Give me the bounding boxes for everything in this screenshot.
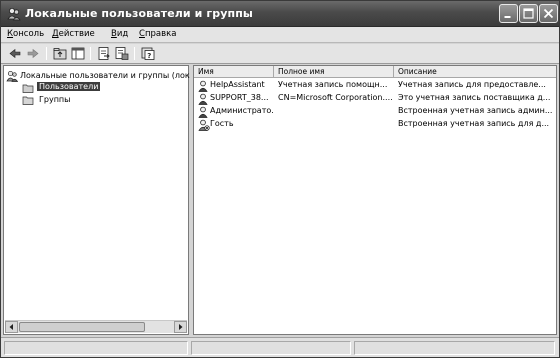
column-header-name[interactable]: Имя: [194, 66, 274, 78]
chevron-left-icon: [9, 324, 13, 330]
up-folder-icon: [53, 48, 67, 60]
users-groups-icon: [6, 70, 18, 82]
cell-full-name: Учетная запись помощн...: [278, 80, 388, 89]
cell-description: Учетная запись для предоставле...: [398, 80, 546, 89]
menu-view[interactable]: Вид: [111, 29, 128, 39]
close-button[interactable]: [539, 4, 558, 23]
export-list-icon: [98, 47, 110, 60]
cell-description: Встроенная учетная запись админ...: [398, 106, 553, 115]
list-row[interactable]: Гость Встроенная учетная запись для д...: [194, 119, 556, 131]
status-bar: [1, 337, 559, 357]
console-tree: Локальные пользователи и группы (лок Пол…: [3, 65, 190, 335]
users-app-icon: [7, 8, 21, 21]
mmc-window: Локальные пользователи и группы Консоль …: [0, 0, 560, 358]
up-level-button[interactable]: [52, 46, 68, 61]
title-bar[interactable]: Локальные пользователи и группы: [1, 1, 559, 27]
svg-text:?: ?: [147, 52, 151, 60]
client-area: Локальные пользователи и группы (лок Пол…: [3, 65, 557, 335]
user-icon: [198, 93, 208, 105]
menu-bar: Консоль Действие Вид Справка: [1, 27, 559, 43]
scroll-left-button[interactable]: [5, 321, 18, 333]
help-icon: ?: [141, 47, 155, 60]
user-disabled-icon: [198, 119, 210, 131]
folder-icon: [22, 84, 34, 93]
toolbar-separator: [90, 47, 91, 60]
list-header: Имя Полное имя Описание: [194, 66, 556, 78]
details-list: Имя Полное имя Описание HelpAssistant Уч…: [193, 65, 557, 335]
cell-description: Это учетная запись поставщика д...: [398, 93, 551, 102]
cell-name: SUPPORT_38...: [210, 93, 269, 102]
show-hide-tree-button[interactable]: [70, 46, 86, 61]
minimize-icon: [504, 16, 511, 18]
cell-full-name: CN=Microsoft Corporation....: [278, 93, 393, 102]
status-panel: [191, 341, 351, 355]
column-header-description[interactable]: Описание: [394, 66, 556, 78]
tree-item-root-label: Локальные пользователи и группы (лок: [20, 71, 190, 80]
back-button[interactable]: [7, 46, 23, 61]
export-list-button[interactable]: [96, 46, 112, 61]
status-panel: [354, 341, 555, 355]
close-icon: [543, 8, 554, 19]
cell-name: Администрато...: [210, 106, 273, 115]
toolbar-separator: [46, 47, 47, 60]
properties-icon: [115, 47, 129, 60]
scroll-thumb[interactable]: [19, 322, 145, 332]
scroll-right-button[interactable]: [174, 321, 187, 333]
toolbar-separator: [134, 47, 135, 60]
properties-button[interactable]: [114, 46, 130, 61]
column-header-full-name[interactable]: Полное имя: [274, 66, 394, 78]
list-row[interactable]: Администрато... Встроенная учетная запис…: [194, 106, 556, 118]
cell-name: Гость: [210, 119, 234, 128]
show-hide-tree-icon: [71, 47, 85, 60]
list-row[interactable]: SUPPORT_38... CN=Microsoft Corporation..…: [194, 93, 556, 105]
menu-console[interactable]: Консоль: [7, 29, 44, 39]
toolbar: ?: [1, 44, 559, 64]
tree-item-users-label: Пользователи: [37, 82, 101, 91]
cell-name: HelpAssistant: [210, 80, 265, 89]
back-arrow-icon: [9, 48, 21, 59]
minimize-button[interactable]: [499, 4, 518, 23]
maximize-icon: [523, 8, 534, 19]
maximize-button[interactable]: [519, 4, 538, 23]
cell-description: Встроенная учетная запись для д...: [398, 119, 550, 128]
tree-horizontal-scrollbar[interactable]: [5, 320, 187, 333]
forward-button[interactable]: [25, 46, 41, 61]
user-icon: [198, 80, 208, 92]
help-button[interactable]: ?: [140, 46, 156, 61]
folder-icon: [22, 96, 34, 105]
menu-action[interactable]: Действие: [52, 29, 95, 39]
chevron-right-icon: [179, 324, 183, 330]
tree-item-groups-label: Группы: [39, 95, 71, 104]
window-title: Локальные пользователи и группы: [25, 7, 253, 20]
forward-arrow-icon: [27, 48, 39, 59]
status-panel: [4, 341, 188, 355]
user-icon: [198, 106, 208, 118]
menu-help[interactable]: Справка: [139, 29, 176, 39]
list-row[interactable]: HelpAssistant Учетная запись помощн... У…: [194, 80, 556, 92]
